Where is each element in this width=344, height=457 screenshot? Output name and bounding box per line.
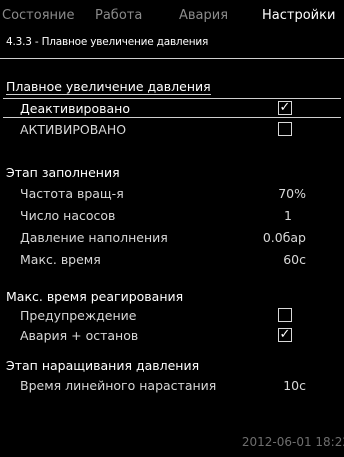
checkbox-unchecked-icon[interactable] bbox=[278, 308, 292, 322]
tab-alarm[interactable]: Авария bbox=[179, 8, 228, 23]
tab-bar: Состояние Работа Авария Настройки bbox=[0, 0, 344, 30]
checkbox-checked-icon[interactable]: ✓ bbox=[278, 101, 292, 115]
setting-fill-pressure[interactable]: Давление наполнения 0.0бар bbox=[0, 227, 344, 249]
option-activated[interactable]: АКТИВИРОВАНО bbox=[0, 119, 344, 141]
setting-max-time[interactable]: Макс. время 60с bbox=[0, 249, 344, 271]
setting-label: Частота вращ-я bbox=[20, 186, 124, 201]
setting-speed[interactable]: Частота вращ-я 70% bbox=[0, 183, 344, 205]
section-soft-pressure: Плавное увеличение давления bbox=[0, 76, 344, 98]
section-title: Этап заполнения bbox=[6, 165, 120, 180]
section-ramp-phase: Этап наращивания давления bbox=[0, 355, 344, 377]
setting-pump-count[interactable]: Число насосов 1 bbox=[0, 205, 344, 227]
setting-label: Число насосов bbox=[20, 208, 116, 223]
tab-status[interactable]: Состояние bbox=[2, 8, 74, 23]
option-deactivated[interactable]: Деактивировано ✓ bbox=[0, 98, 344, 120]
option-warning[interactable]: Предупреждение bbox=[0, 305, 344, 327]
menu-path: 4.3.3 - Плавное увеличение давления bbox=[6, 36, 209, 48]
section-title: Плавное увеличение давления bbox=[6, 79, 211, 95]
header-divider bbox=[0, 58, 344, 59]
status-timestamp: 2012-06-01 18:22 bbox=[241, 435, 344, 449]
checkbox-checked-icon[interactable]: ✓ bbox=[278, 328, 292, 342]
setting-label: Давление наполнения bbox=[20, 230, 168, 245]
checkbox-unchecked-icon[interactable] bbox=[278, 122, 292, 136]
option-label: Деактивировано bbox=[20, 101, 130, 116]
setting-value[interactable]: 10с bbox=[283, 378, 306, 393]
tab-operation[interactable]: Работа bbox=[95, 8, 142, 23]
option-label: Авария + останов bbox=[20, 328, 139, 343]
setting-value[interactable]: 0.0бар bbox=[263, 230, 306, 245]
option-alarm-stop[interactable]: Авария + останов ✓ bbox=[0, 325, 344, 347]
option-label: Предупреждение bbox=[20, 308, 137, 323]
section-title: Этап наращивания давления bbox=[6, 358, 200, 373]
option-label: АКТИВИРОВАНО bbox=[20, 122, 127, 137]
setting-value[interactable]: 70% bbox=[278, 186, 306, 201]
setting-ramp-time[interactable]: Время линейного нарастания 10с bbox=[0, 375, 344, 397]
section-fill-phase: Этап заполнения bbox=[0, 162, 344, 184]
section-title: Макс. время реагирования bbox=[6, 289, 184, 304]
setting-label: Время линейного нарастания bbox=[20, 378, 217, 393]
tab-settings[interactable]: Настройки bbox=[262, 8, 335, 23]
setting-label: Макс. время bbox=[20, 252, 101, 267]
setting-value[interactable]: 60с bbox=[283, 252, 306, 267]
setting-value[interactable]: 1 bbox=[284, 208, 292, 223]
